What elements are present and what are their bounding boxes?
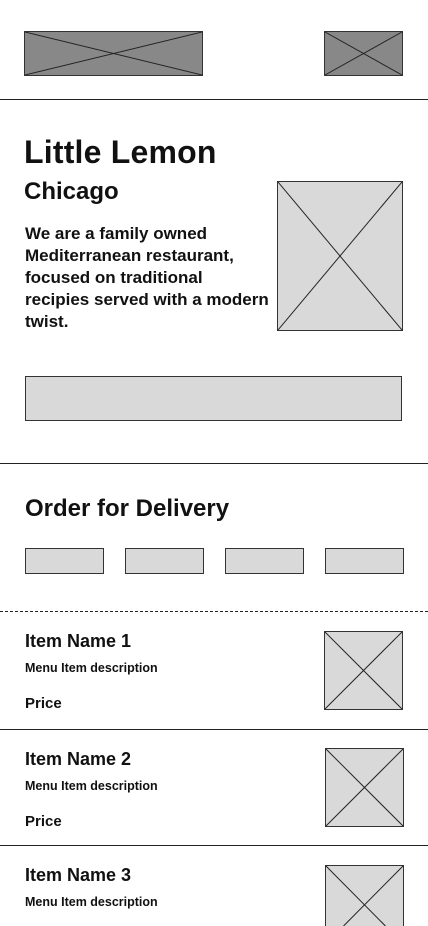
image-placeholder-icon bbox=[325, 32, 402, 75]
menu-item-description: Menu Item description bbox=[25, 779, 158, 793]
image-placeholder-icon bbox=[326, 866, 403, 926]
menu-item-price: Price bbox=[25, 813, 62, 830]
category-filter-button[interactable] bbox=[125, 548, 204, 574]
menu-item-divider bbox=[0, 729, 428, 730]
image-placeholder-icon bbox=[278, 182, 402, 330]
category-filter-button[interactable] bbox=[25, 548, 104, 574]
hero-subtitle: Chicago bbox=[24, 178, 119, 205]
menu-button-placeholder[interactable] bbox=[324, 31, 403, 76]
category-filter-button[interactable] bbox=[325, 548, 404, 574]
menu-item-image-placeholder[interactable] bbox=[324, 631, 403, 710]
hero-title: Little Lemon bbox=[24, 134, 217, 170]
menu-item-name[interactable]: Item Name 3 bbox=[25, 865, 131, 886]
menu-item-price: Price bbox=[25, 695, 62, 712]
menu-item-description: Menu Item description bbox=[25, 661, 158, 675]
image-placeholder-icon bbox=[25, 32, 202, 75]
menu-item-divider bbox=[0, 845, 428, 846]
reserve-button-placeholder[interactable] bbox=[25, 376, 402, 421]
menu-item-image-placeholder[interactable] bbox=[325, 748, 404, 827]
menu-item-image-placeholder[interactable] bbox=[325, 865, 404, 926]
order-heading: Order for Delivery bbox=[25, 495, 230, 522]
menu-item-name[interactable]: Item Name 1 bbox=[25, 631, 131, 652]
image-placeholder-icon bbox=[325, 632, 402, 709]
hero-description: We are a family owned Mediterranean rest… bbox=[25, 224, 269, 331]
section-divider-dashed bbox=[0, 611, 428, 612]
menu-item-name[interactable]: Item Name 2 bbox=[25, 749, 131, 770]
logo-placeholder[interactable] bbox=[24, 31, 203, 76]
category-filter-button[interactable] bbox=[225, 548, 304, 574]
hero-image-placeholder bbox=[277, 181, 403, 331]
hero-divider bbox=[0, 463, 428, 464]
menu-item-description: Menu Item description bbox=[25, 895, 158, 909]
image-placeholder-icon bbox=[326, 749, 403, 826]
header-divider bbox=[0, 99, 428, 100]
